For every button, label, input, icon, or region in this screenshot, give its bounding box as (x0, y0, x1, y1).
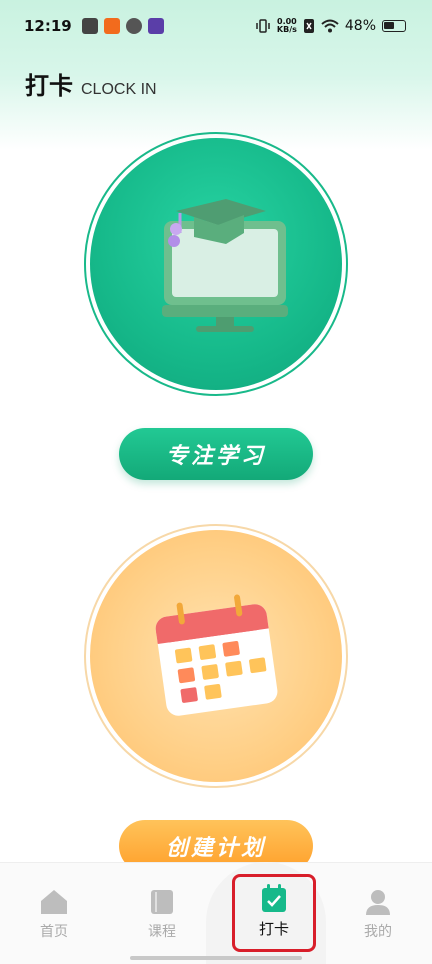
home-icon (38, 887, 70, 917)
nav-label-home: 首页 (40, 924, 68, 940)
vibrate-icon (256, 19, 270, 33)
battery-icon (382, 20, 406, 32)
focus-study-button[interactable]: 专注学习 (119, 428, 313, 480)
status-left: 12:19 (24, 17, 164, 35)
nav-label-mine: 我的 (364, 924, 392, 940)
book-icon (146, 887, 178, 917)
create-plan-circle (90, 530, 342, 782)
page-subtitle: CLOCK IN (81, 81, 157, 98)
link-notification-icon (125, 18, 142, 34)
graduation-computer-icon (162, 199, 288, 332)
active-tab-highlight-box (232, 874, 316, 952)
nav-item-courses[interactable]: 课程 (122, 887, 202, 964)
status-right: 0.00 KB/s 48% (255, 18, 406, 34)
nav-item-mine[interactable]: 我的 (338, 887, 418, 964)
page-title: 打卡 (25, 72, 73, 100)
create-plan-card[interactable] (84, 524, 348, 788)
status-time: 12:19 (24, 17, 72, 35)
focus-study-card[interactable] (84, 132, 348, 396)
nav-item-home[interactable]: 首页 (14, 887, 94, 964)
battery-percent: 48% (344, 18, 376, 34)
calendar-icon (155, 594, 278, 716)
nav-label-courses: 课程 (148, 924, 176, 940)
mail-notification-icon (81, 18, 98, 34)
gesture-home-bar[interactable] (130, 956, 302, 960)
page-header: 打卡 CLOCK IN (25, 66, 157, 101)
network-speed-unit: KB/s (276, 25, 297, 34)
status-bar: 12:19 0.00 KB/s 48% (0, 0, 432, 52)
no-sim-icon (303, 19, 314, 33)
app-notification-icon (103, 18, 120, 34)
play-notification-icon (147, 18, 164, 34)
user-icon (362, 887, 394, 917)
focus-study-circle (90, 138, 342, 390)
network-speed: 0.00 KB/s (277, 18, 297, 34)
wifi-icon (321, 19, 339, 33)
